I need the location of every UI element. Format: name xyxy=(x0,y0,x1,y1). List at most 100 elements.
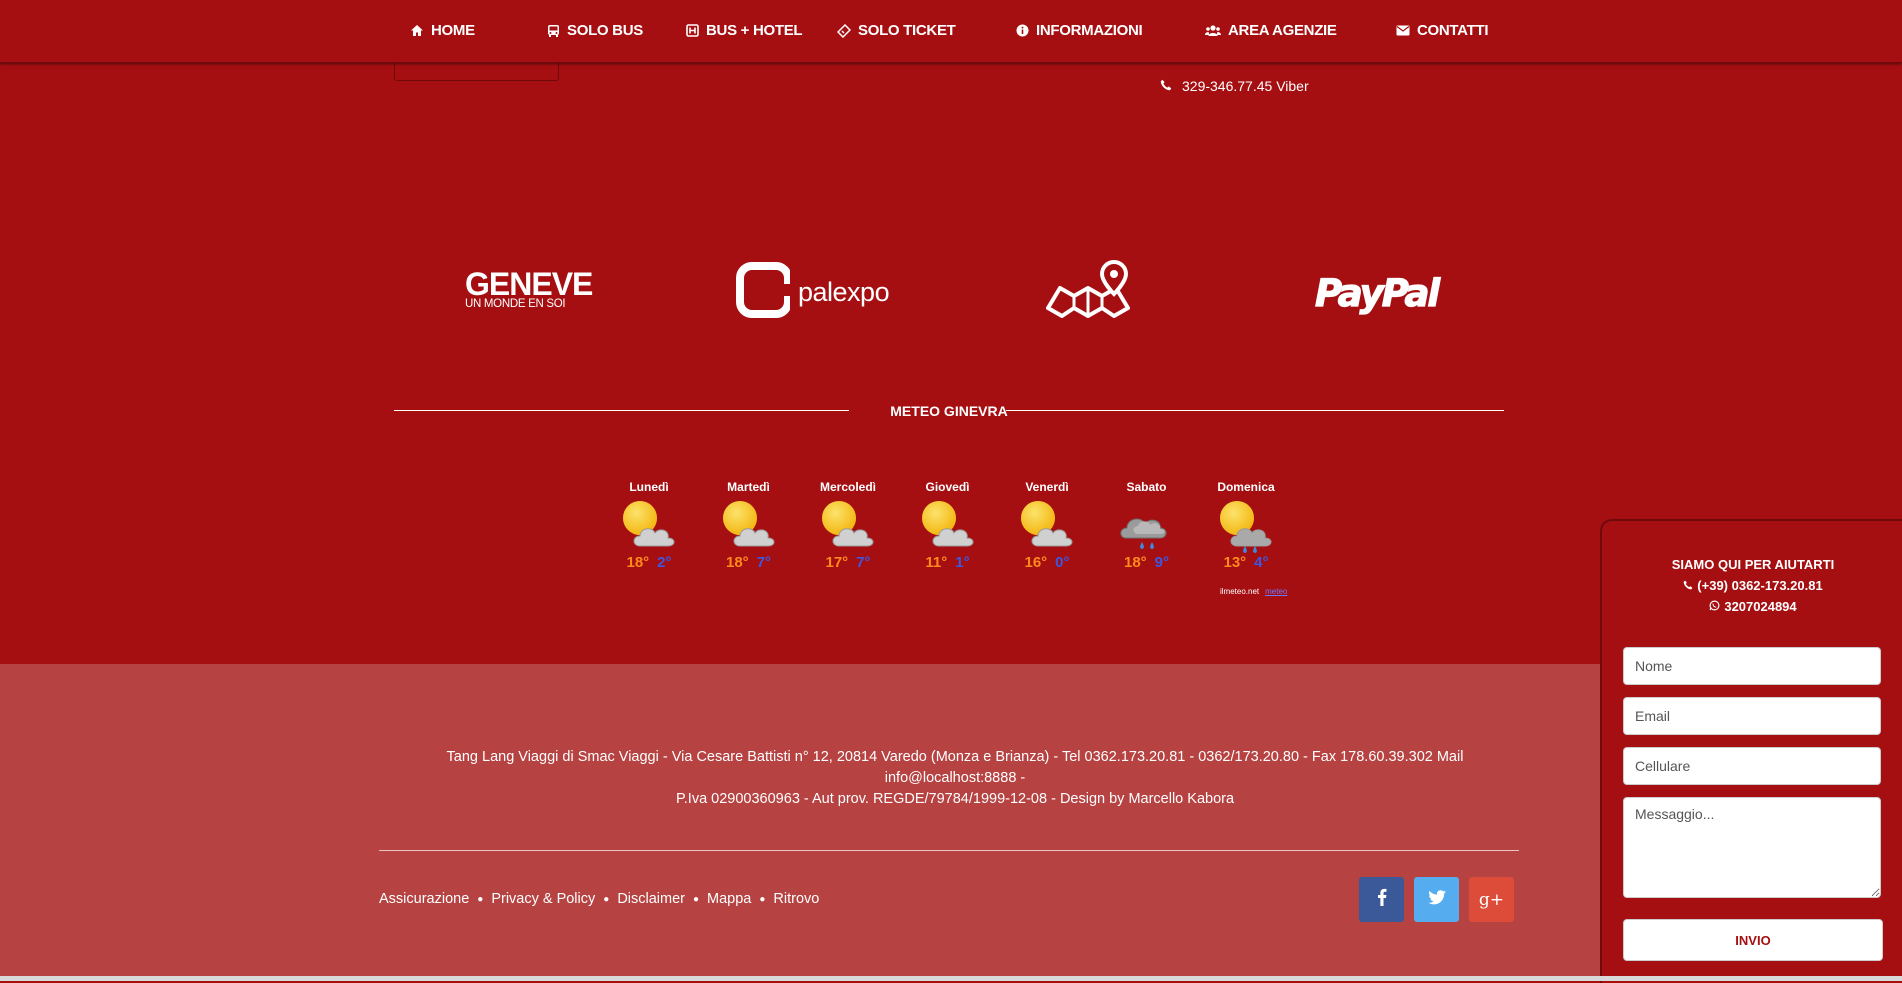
meteo-divider-left xyxy=(394,410,849,411)
footer-link-mappa[interactable]: Mappa xyxy=(707,891,751,907)
footer-company-info: Tang Lang Viaggi di Smac Viaggi - Via Ce… xyxy=(380,747,1530,810)
contact-panel: SIAMO QUI PER AIUTARTI (+39) 0362-173.20… xyxy=(1600,519,1902,983)
palexpo-logo-text: palexpo xyxy=(798,277,890,307)
meteo-credit-text: ilmeteo.net xyxy=(1220,587,1260,596)
meteo-title: METEO GINEVRA xyxy=(890,403,1008,419)
weather-day: Lunedì 18° 2° xyxy=(609,480,689,571)
hotel-icon xyxy=(686,24,699,37)
meteo-header: METEO GINEVRA xyxy=(394,400,1504,422)
weather-day-name: Martedì xyxy=(727,480,770,494)
meteo-more-link[interactable]: meteo xyxy=(1265,587,1287,596)
weather-day-name: Mercoledì xyxy=(819,480,876,494)
contact-panel-header: SIAMO QUI PER AIUTARTI (+39) 0362-173.20… xyxy=(1602,554,1902,617)
google-plus-button[interactable]: g+ xyxy=(1469,877,1514,922)
footer-separator: ● xyxy=(603,893,610,905)
weather-temp-min: 0° xyxy=(1055,554,1070,571)
weather-temp-min: 1° xyxy=(955,554,970,571)
nav-informazioni[interactable]: INFORMAZIONI xyxy=(1016,22,1143,39)
footer-links: Assicurazione ● Privacy & Policy ● Discl… xyxy=(379,891,819,907)
name-field[interactable] xyxy=(1623,647,1881,685)
weather-temp-min: 7° xyxy=(756,554,772,571)
weather-day-name: Giovedì xyxy=(925,480,970,494)
bus-icon xyxy=(547,24,560,38)
weather-temperatures: 13° 4° xyxy=(1206,554,1286,571)
google-plus-icon: g+ xyxy=(1478,889,1505,910)
weather-temperatures: 16° 0° xyxy=(1007,554,1087,571)
palexpo-logo[interactable]: palexpo xyxy=(736,262,890,323)
rain-icon xyxy=(1116,496,1178,554)
weather-day: Giovedì 11° 1° xyxy=(908,480,988,571)
weather-temperatures: 18° 2° xyxy=(609,554,689,571)
ticket-icon xyxy=(837,23,851,38)
contact-panel-whatsapp: 3207024894 xyxy=(1602,596,1902,617)
weather-temp-min: 7° xyxy=(856,554,871,571)
top-navbar: HOME SOLO BUS BUS + HOTEL SOLO TICKET IN… xyxy=(0,0,1902,63)
facebook-button[interactable] xyxy=(1359,877,1404,922)
mobile-field[interactable] xyxy=(1623,747,1881,785)
bottom-edge xyxy=(0,976,1902,981)
nav-contatti[interactable]: CONTATTI xyxy=(1396,22,1489,39)
weather-day-name: Lunedì xyxy=(629,480,669,494)
partly-cloudy-icon xyxy=(817,496,879,554)
message-field[interactable] xyxy=(1623,797,1881,898)
partly-cloudy-icon xyxy=(618,496,680,554)
envelope-icon xyxy=(1396,25,1410,36)
paypal-logo-text: PayPal xyxy=(1314,271,1440,315)
nav-home-label: HOME xyxy=(431,22,475,39)
nav-area-agenzie-label: AREA AGENZIE xyxy=(1228,22,1337,39)
weather-temperatures: 11° 1° xyxy=(908,554,988,571)
geneve-logo[interactable]: GENEVE UN MONDE EN SOI xyxy=(465,266,593,310)
nav-solo-ticket-label: SOLO TICKET xyxy=(858,22,956,39)
email-field[interactable] xyxy=(1623,697,1881,735)
weather-day: Martedì 18° 7° xyxy=(709,480,789,571)
footer-link-assicurazione[interactable]: Assicurazione xyxy=(379,891,469,907)
whatsapp-icon xyxy=(1709,596,1720,617)
nav-solo-bus-label: SOLO BUS xyxy=(567,22,643,39)
weather-day-name: Sabato xyxy=(1126,480,1167,494)
weather-day: Venerdì 16° 0° xyxy=(1007,480,1087,571)
nav-area-agenzie[interactable]: AREA AGENZIE xyxy=(1205,22,1337,39)
footer-separator: ● xyxy=(477,893,484,905)
partly-cloudy-icon xyxy=(917,496,979,554)
weather-day-name: Venerdì xyxy=(1025,480,1069,494)
contact-phone-viber-text: 329-346.77.45 Viber xyxy=(1182,78,1309,94)
contact-panel-phone-text: (+39) 0362-173.20.81 xyxy=(1697,578,1823,593)
footer-link-ritrovo[interactable]: Ritrovo xyxy=(773,891,819,907)
nav-contatti-label: CONTATTI xyxy=(1417,22,1489,39)
nav-bus-hotel-label: BUS + HOTEL xyxy=(706,22,803,39)
phone-icon xyxy=(1683,575,1693,596)
nav-solo-ticket[interactable]: SOLO TICKET xyxy=(837,22,956,39)
footer-link-disclaimer[interactable]: Disclaimer xyxy=(617,891,685,907)
paypal-logo[interactable]: PayPal xyxy=(1314,271,1440,315)
weather-temp-max: 16° xyxy=(1024,554,1048,571)
nav-solo-bus[interactable]: SOLO BUS xyxy=(547,22,643,39)
footer-link-privacy[interactable]: Privacy & Policy xyxy=(491,891,595,907)
nav-home[interactable]: HOME xyxy=(410,22,475,39)
weather-temp-max: 17° xyxy=(825,554,849,571)
weather-temp-max: 18° xyxy=(626,554,650,571)
contact-phone-viber: 329-346.77.45 Viber xyxy=(1160,78,1309,94)
meteo-divider-right xyxy=(1006,410,1504,411)
twitter-button[interactable] xyxy=(1414,877,1459,922)
weather-temperatures: 17° 7° xyxy=(808,554,888,571)
palexpo-mark-icon xyxy=(736,262,792,323)
info-icon xyxy=(1016,24,1029,37)
weather-day-name: Domenica xyxy=(1217,480,1275,494)
weather-day: Mercoledì 17° 7° xyxy=(808,480,888,571)
facebook-icon xyxy=(1377,888,1387,911)
geneve-logo-title: GENEVE xyxy=(465,266,593,302)
submit-button[interactable]: INVIO xyxy=(1623,919,1883,961)
weather-temp-max: 11° xyxy=(925,554,948,571)
weather-temperatures: 18° 7° xyxy=(709,554,789,571)
partly-cloudy-icon xyxy=(718,496,780,554)
weather-temp-max: 18° xyxy=(725,554,749,571)
nav-bus-hotel[interactable]: BUS + HOTEL xyxy=(686,22,803,39)
home-icon xyxy=(410,24,424,37)
weather-temp-min: 4° xyxy=(1254,554,1269,571)
map-location-icon[interactable] xyxy=(1044,258,1132,325)
footer-separator: ● xyxy=(759,893,766,905)
partly-cloudy-icon xyxy=(1016,496,1078,554)
weather-temp-min: 9° xyxy=(1154,554,1170,571)
contact-panel-phone: (+39) 0362-173.20.81 xyxy=(1602,575,1902,596)
weather-day: Sabato 18° 9° xyxy=(1107,480,1187,571)
